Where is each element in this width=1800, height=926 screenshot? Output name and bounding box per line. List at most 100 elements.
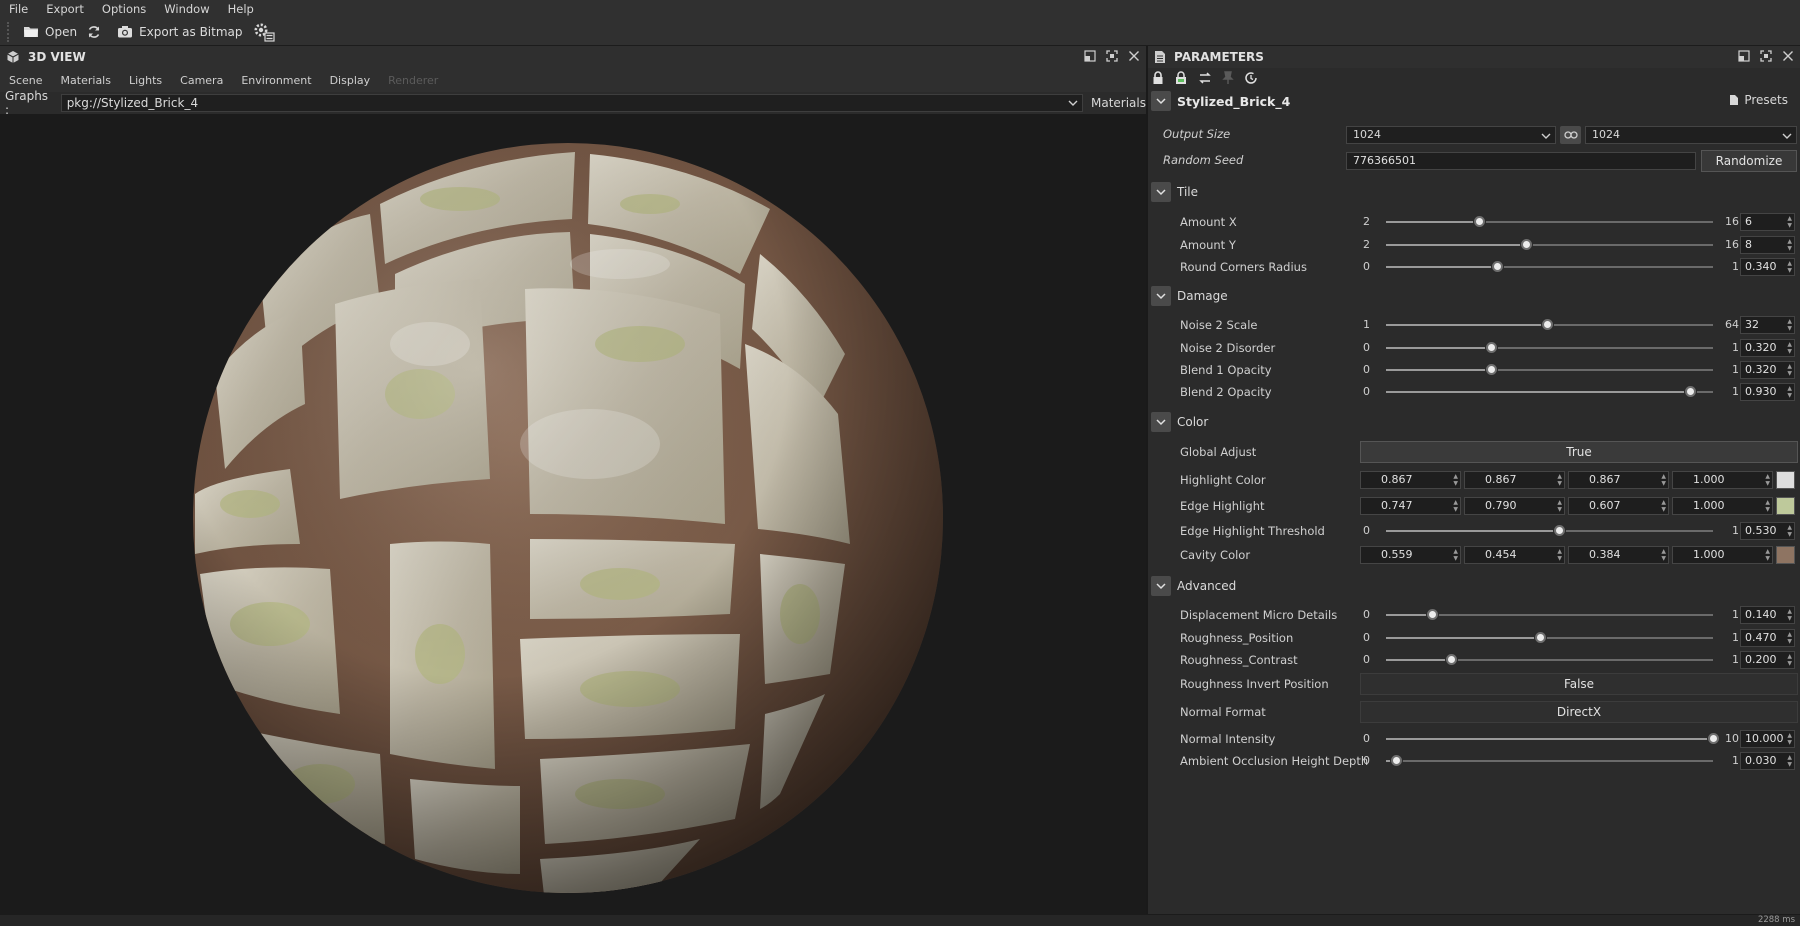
swap-icon[interactable] bbox=[1198, 71, 1212, 85]
value-spinbox[interactable]: 0.030 ▲ ▼ bbox=[1740, 752, 1795, 770]
refresh-button[interactable] bbox=[82, 20, 112, 44]
value-spinbox[interactable]: 0.340 ▲ ▼ bbox=[1740, 258, 1795, 276]
collapse-color-button[interactable] bbox=[1151, 412, 1171, 432]
color-blue-field[interactable]: 0.384 ▲ ▼ bbox=[1568, 546, 1669, 564]
slider-track[interactable] bbox=[1386, 755, 1713, 766]
color-blue-field[interactable]: 0.607 ▲ ▼ bbox=[1568, 497, 1669, 515]
slider-track[interactable] bbox=[1386, 654, 1713, 665]
spin-arrows-icon[interactable]: ▲ ▼ bbox=[1453, 473, 1458, 487]
slider-handle[interactable] bbox=[1485, 342, 1497, 353]
group-tile-header[interactable]: Tile bbox=[1148, 181, 1800, 203]
spin-arrows-icon[interactable]: ▲ ▼ bbox=[1787, 385, 1792, 399]
value-spinbox[interactable]: 10.000 ▲ ▼ bbox=[1740, 730, 1795, 748]
slider-track[interactable] bbox=[1386, 342, 1713, 353]
value-spinbox[interactable]: 32 ▲ ▼ bbox=[1740, 316, 1795, 334]
maximize-icon[interactable] bbox=[1760, 50, 1772, 62]
color-red-field[interactable]: 0.867 ▲ ▼ bbox=[1360, 471, 1461, 489]
value-spinbox[interactable]: 0.140 ▲ ▼ bbox=[1740, 606, 1795, 624]
maximize-icon[interactable] bbox=[1106, 50, 1118, 62]
spin-arrows-icon[interactable]: ▲ ▼ bbox=[1453, 548, 1458, 562]
slider-handle[interactable] bbox=[1685, 386, 1697, 397]
group-color-header[interactable]: Color bbox=[1148, 411, 1800, 433]
spin-arrows-icon[interactable]: ▲ ▼ bbox=[1787, 754, 1792, 768]
tab-materials[interactable]: Materials bbox=[52, 74, 120, 87]
color-green-field[interactable]: 0.454 ▲ ▼ bbox=[1464, 546, 1565, 564]
color-red-field[interactable]: 0.747 ▲ ▼ bbox=[1360, 497, 1461, 515]
material-header[interactable]: Stylized_Brick_4 Presets bbox=[1148, 90, 1800, 112]
group-advanced-header[interactable]: Advanced bbox=[1148, 575, 1800, 597]
slider-handle[interactable] bbox=[1446, 654, 1458, 665]
graph-select[interactable]: pkg://Stylized_Brick_4 bbox=[60, 94, 1083, 112]
slider-handle[interactable] bbox=[1521, 239, 1533, 250]
slider-handle[interactable] bbox=[1541, 319, 1553, 330]
slider-track[interactable] bbox=[1386, 364, 1713, 375]
material-sphere-preview[interactable] bbox=[0, 114, 1146, 914]
close-icon[interactable] bbox=[1782, 50, 1794, 62]
menu-export[interactable]: Export bbox=[37, 2, 93, 16]
value-spinbox[interactable]: 6 ▲ ▼ bbox=[1740, 213, 1795, 231]
float-panel-icon[interactable] bbox=[1084, 50, 1096, 62]
spin-arrows-icon[interactable]: ▲ ▼ bbox=[1787, 653, 1792, 667]
spin-arrows-icon[interactable]: ▲ ▼ bbox=[1661, 548, 1666, 562]
spin-arrows-icon[interactable]: ▲ ▼ bbox=[1787, 524, 1792, 538]
3d-viewport[interactable] bbox=[0, 114, 1146, 914]
color-green-field[interactable]: 0.790 ▲ ▼ bbox=[1464, 497, 1565, 515]
output-width-select[interactable]: 1024 bbox=[1346, 126, 1556, 144]
tab-camera[interactable]: Camera bbox=[171, 74, 232, 87]
tab-scene[interactable]: Scene bbox=[0, 74, 52, 87]
settings-button[interactable] bbox=[248, 20, 286, 44]
slider-handle[interactable] bbox=[1492, 261, 1504, 272]
value-spinbox[interactable]: 0.930 ▲ ▼ bbox=[1740, 383, 1795, 401]
slider-track[interactable] bbox=[1386, 261, 1713, 272]
slider-track[interactable] bbox=[1386, 239, 1713, 250]
group-damage-header[interactable]: Damage bbox=[1148, 285, 1800, 307]
collapse-advanced-button[interactable] bbox=[1151, 576, 1171, 596]
lock-green-icon[interactable] bbox=[1174, 71, 1188, 85]
spin-arrows-icon[interactable]: ▲ ▼ bbox=[1787, 260, 1792, 274]
slider-track[interactable] bbox=[1386, 525, 1713, 536]
color-swatch[interactable] bbox=[1776, 497, 1795, 515]
color-swatch[interactable] bbox=[1776, 471, 1795, 489]
spin-arrows-icon[interactable]: ▲ ▼ bbox=[1787, 341, 1792, 355]
slider-track[interactable] bbox=[1386, 733, 1719, 744]
collapse-tile-button[interactable] bbox=[1151, 182, 1171, 202]
value-spinbox[interactable]: 0.320 ▲ ▼ bbox=[1740, 361, 1795, 379]
spin-arrows-icon[interactable]: ▲ ▼ bbox=[1765, 473, 1770, 487]
value-spinbox[interactable]: 8 ▲ ▼ bbox=[1740, 236, 1795, 254]
spin-arrows-icon[interactable]: ▲ ▼ bbox=[1787, 215, 1792, 229]
slider-handle[interactable] bbox=[1474, 216, 1486, 227]
value-spinbox[interactable]: 0.530 ▲ ▼ bbox=[1740, 522, 1795, 540]
spin-arrows-icon[interactable]: ▲ ▼ bbox=[1557, 499, 1562, 513]
slider-track[interactable] bbox=[1386, 632, 1713, 643]
spin-arrows-icon[interactable]: ▲ ▼ bbox=[1787, 238, 1792, 252]
color-blue-field[interactable]: 0.867 ▲ ▼ bbox=[1568, 471, 1669, 489]
randomize-button[interactable]: Randomize bbox=[1701, 150, 1797, 172]
color-swatch[interactable] bbox=[1776, 546, 1795, 564]
spin-arrows-icon[interactable]: ▲ ▼ bbox=[1787, 631, 1792, 645]
presets-button[interactable]: Presets bbox=[1729, 93, 1788, 107]
slider-handle[interactable] bbox=[1426, 609, 1438, 620]
tab-display[interactable]: Display bbox=[321, 74, 380, 87]
slider-track[interactable] bbox=[1386, 386, 1713, 397]
output-height-select[interactable]: 1024 bbox=[1585, 126, 1797, 144]
tab-lights[interactable]: Lights bbox=[120, 74, 171, 87]
value-spinbox[interactable]: 0.470 ▲ ▼ bbox=[1740, 629, 1795, 647]
value-spinbox[interactable]: 0.320 ▲ ▼ bbox=[1740, 339, 1795, 357]
slider-handle[interactable] bbox=[1485, 364, 1497, 375]
spin-arrows-icon[interactable]: ▲ ▼ bbox=[1453, 499, 1458, 513]
toolbar-grip[interactable] bbox=[7, 21, 10, 42]
slider-handle[interactable] bbox=[1534, 632, 1546, 643]
slider-track[interactable] bbox=[1386, 609, 1713, 620]
random-seed-input[interactable]: 776366501 bbox=[1346, 152, 1696, 170]
collapse-material-button[interactable] bbox=[1151, 91, 1171, 111]
spin-arrows-icon[interactable]: ▲ ▼ bbox=[1787, 732, 1792, 746]
roughness-invert-toggle[interactable]: False bbox=[1360, 673, 1798, 695]
link-size-button[interactable] bbox=[1560, 126, 1581, 144]
slider-handle[interactable] bbox=[1390, 755, 1402, 766]
color-alpha-field[interactable]: 1.000 ▲ ▼ bbox=[1672, 497, 1773, 515]
menu-window[interactable]: Window bbox=[155, 2, 218, 16]
color-alpha-field[interactable]: 1.000 ▲ ▼ bbox=[1672, 546, 1773, 564]
value-spinbox[interactable]: 0.200 ▲ ▼ bbox=[1740, 651, 1795, 669]
menu-file[interactable]: File bbox=[0, 2, 37, 16]
export-bitmap-button[interactable]: Export as Bitmap bbox=[112, 20, 247, 44]
